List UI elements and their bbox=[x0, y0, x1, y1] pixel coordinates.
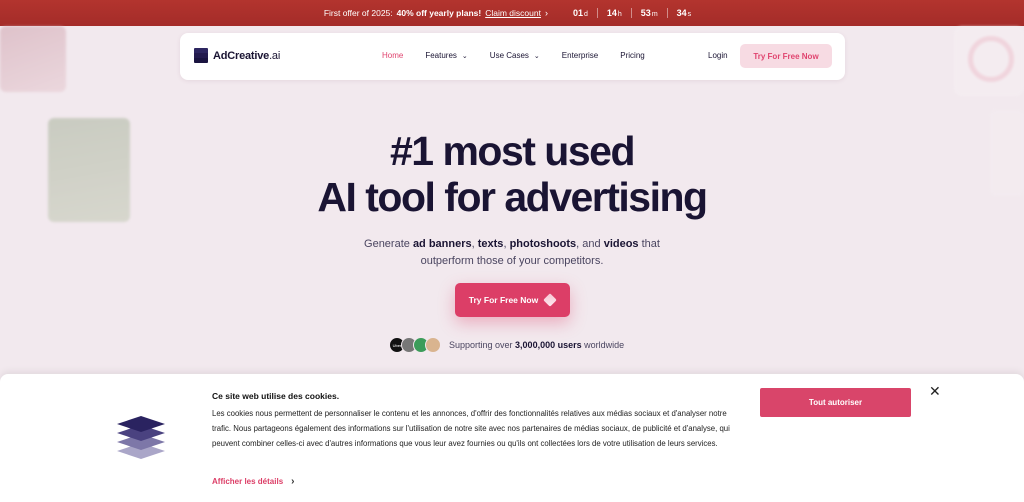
user-count-text: Supporting over 3,000,000 users worldwid… bbox=[449, 340, 625, 350]
adcreative-logo[interactable]: AdCreative.ai bbox=[193, 48, 280, 64]
cookie-consent-banner: Ce site web utilise des cookies. Les coo… bbox=[0, 374, 1024, 502]
background-ad-card bbox=[0, 26, 66, 92]
close-icon[interactable]: ✕ bbox=[929, 383, 941, 400]
countdown-seconds: 34s bbox=[666, 8, 701, 18]
chevron-down-icon: ⌄ bbox=[461, 52, 468, 60]
cookie-body-text: Les cookies nous permettent de personnal… bbox=[212, 409, 730, 448]
score-ring-icon bbox=[968, 36, 1014, 82]
chevron-right-icon: › bbox=[544, 8, 548, 18]
cookie-title: Ce site web utilise des cookies. bbox=[212, 391, 340, 401]
show-details-link[interactable]: Afficher les détails › bbox=[212, 476, 294, 487]
background-score-card bbox=[954, 26, 1024, 96]
claim-discount-link[interactable]: Claim discount bbox=[485, 8, 541, 18]
nav-menu: Home Features ⌄ Use Cases ⌄ Enterprise Pri… bbox=[382, 51, 667, 60]
avatar-group: Uber bbox=[389, 337, 441, 353]
hero-subtitle-line-1: Generate ad banners, texts, photoshoots,… bbox=[364, 238, 660, 250]
logo-stack-icon bbox=[193, 48, 209, 64]
chevron-down-icon: ⌄ bbox=[533, 52, 540, 60]
promo-text: First offer of 2025: bbox=[323, 8, 393, 18]
hero-subtitle-line-2: outperform those of your competitors. bbox=[420, 255, 604, 267]
countdown-minutes: 53m bbox=[630, 8, 667, 18]
nav-item-features[interactable]: Features ⌄ bbox=[425, 51, 467, 60]
cube-icon bbox=[543, 293, 558, 307]
allow-all-cookies-button[interactable]: Tout autoriser bbox=[760, 388, 911, 417]
hero-title-line-2: AI tool for advertising bbox=[317, 174, 708, 220]
logo-text: AdCreative.ai bbox=[213, 50, 281, 62]
nav-item-enterprise[interactable]: Enterprise bbox=[562, 51, 598, 60]
cookie-logo-stack-icon bbox=[117, 416, 165, 462]
promo-bar: First offer of 2025: 40% off yearly plan… bbox=[0, 0, 1024, 26]
countdown-timer: 01d 14h 53m 34s bbox=[564, 8, 700, 18]
main-navbar: AdCreative.ai Home Features ⌄ Use Cases ⌄ … bbox=[180, 33, 845, 80]
nav-item-use-cases[interactable]: Use Cases ⌄ bbox=[490, 51, 540, 60]
chevron-right-icon: › bbox=[291, 476, 295, 487]
countdown-hours: 14h bbox=[596, 8, 631, 18]
nav-item-home[interactable]: Home bbox=[382, 51, 403, 60]
countdown-days: 01d bbox=[572, 8, 588, 18]
try-free-hero-button[interactable]: Try For Free Now bbox=[455, 283, 570, 317]
promo-offer: 40% off yearly plans! bbox=[396, 8, 482, 18]
try-free-nav-button[interactable]: Try For Free Now bbox=[740, 44, 832, 68]
user-count-row: Uber Supporting over 3,000,000 users wor… bbox=[389, 337, 624, 353]
hero-title-line-1: #1 most used bbox=[389, 128, 636, 174]
avatar bbox=[425, 337, 441, 353]
login-link[interactable]: Login bbox=[708, 51, 728, 60]
nav-item-pricing[interactable]: Pricing bbox=[620, 51, 644, 60]
